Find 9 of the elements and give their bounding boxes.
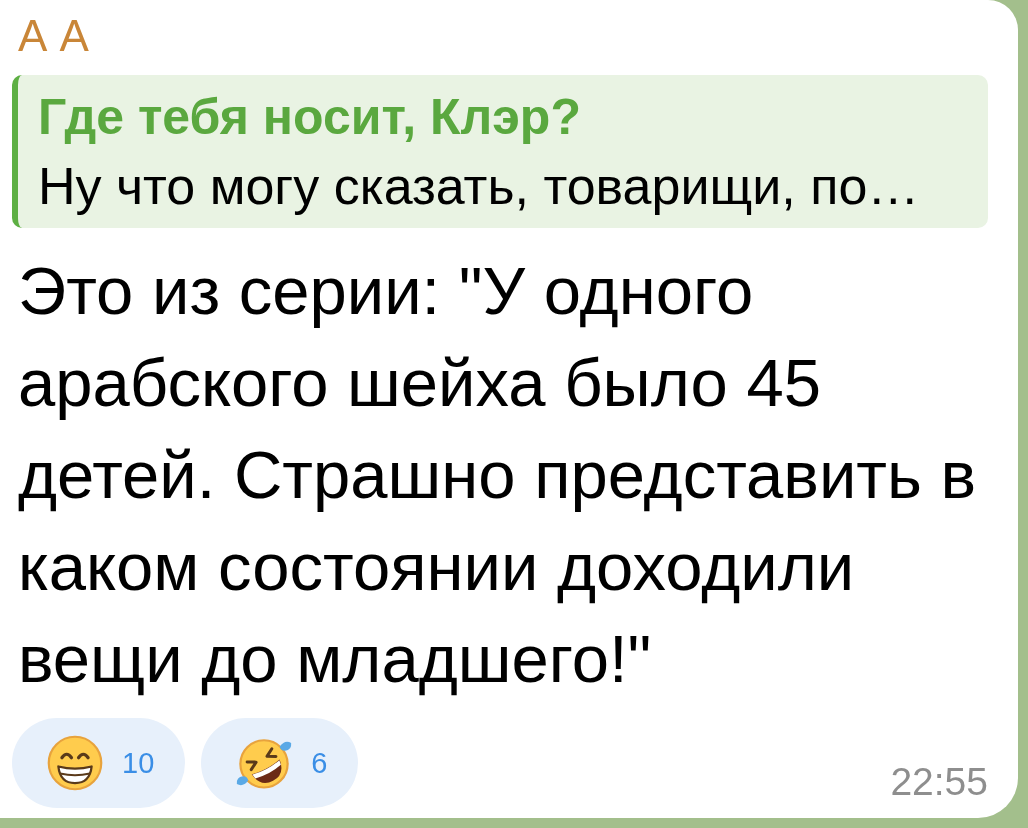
reaction-button[interactable]: 10	[12, 718, 186, 808]
reply-text: Ну что могу сказать, товарищи, по…	[38, 158, 921, 214]
message-time: 22:55	[890, 759, 988, 805]
sender-name[interactable]: А А	[18, 11, 89, 61]
grinning-face-icon	[47, 735, 103, 791]
reaction-button[interactable]: 6	[201, 718, 359, 808]
reply-preview[interactable]: Где тебя носит, Клэр? Ну что могу сказать, товарищи, по…	[12, 75, 988, 228]
reply-title: Где тебя носит, Клэр?	[38, 89, 582, 145]
message-text: Это из серии: "У одного арабского шейха было 45 детей. Страшно представить в каком состоянии доходили вещи до младшего!"	[18, 252, 978, 698]
